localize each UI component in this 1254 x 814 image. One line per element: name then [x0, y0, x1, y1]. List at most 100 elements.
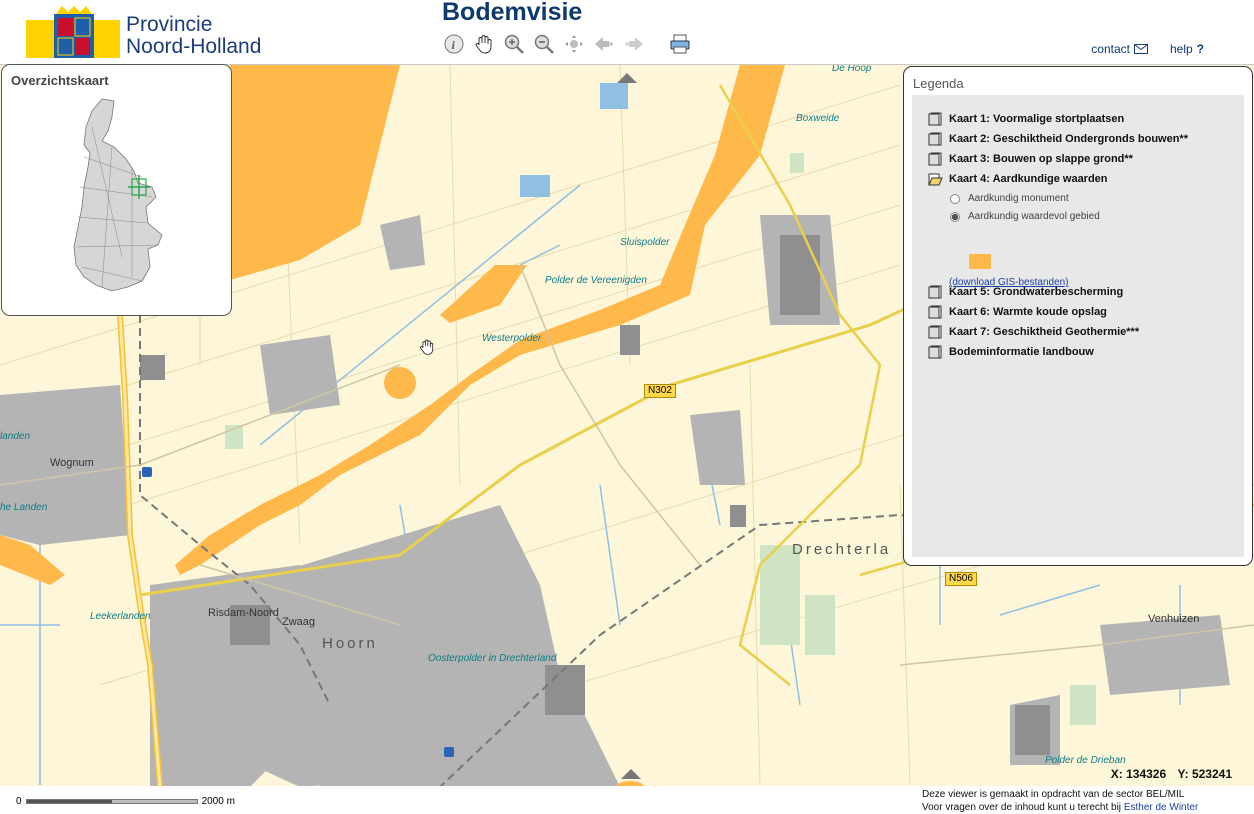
legend-item-kaart6[interactable]: Kaart 6: Warmte koude opslag — [928, 305, 1107, 319]
zoom-out-icon — [534, 34, 554, 54]
folder-closed-icon — [928, 285, 942, 299]
contact-link[interactable]: contact — [1091, 42, 1148, 56]
next-extent-button[interactable] — [622, 32, 646, 56]
legend-item-kaart1[interactable]: Kaart 1: Voormalige stortplaatsen — [928, 112, 1124, 126]
map-label: Sluispolder — [620, 237, 670, 248]
map-label: Westerpolder — [482, 333, 542, 344]
full-extent-button[interactable] — [562, 32, 586, 56]
map-label: Polder de Drieban — [1045, 755, 1126, 766]
logo-mark-icon: N — [26, 6, 120, 58]
top-links: contact help ? — [1091, 42, 1204, 56]
folder-closed-icon — [928, 325, 942, 339]
help-link[interactable]: help ? — [1170, 42, 1204, 56]
info-button[interactable]: i — [442, 32, 466, 56]
radio-button[interactable] — [950, 193, 960, 204]
coord-y: Y: 523241 — [1177, 767, 1233, 781]
map-label: landen — [0, 431, 31, 442]
map-label: Boxweide — [796, 113, 840, 124]
envelope-icon — [1133, 44, 1148, 54]
next-extent-icon — [625, 37, 643, 51]
previous-extent-button[interactable] — [592, 32, 616, 56]
map-toolbar: i — [442, 32, 692, 60]
scale-start-label: 0 — [16, 796, 22, 807]
legend-item-kaart3[interactable]: Kaart 3: Bouwen op slappe grond** — [928, 152, 1133, 166]
overview-map[interactable] — [62, 97, 172, 297]
previous-extent-icon — [595, 37, 613, 51]
map-label: he Landen — [0, 502, 48, 513]
folder-closed-icon — [928, 132, 942, 146]
org-name-line2: Noord-Holland — [126, 35, 262, 58]
overview-title: Overzichtskaart — [11, 73, 109, 88]
print-icon — [670, 34, 690, 54]
legend-subitem-label: Aardkundig waardevol gebied — [968, 211, 1100, 222]
print-button[interactable] — [668, 32, 692, 56]
province-logo[interactable]: N Provincie Noord-Holland — [26, 6, 286, 60]
legend-item-label: Kaart 3: Bouwen op slappe grond** — [949, 153, 1133, 165]
legend-swatch — [969, 254, 991, 269]
legend-subitem-waardevol-gebied[interactable]: Aardkundig waardevol gebied — [950, 211, 1100, 222]
town-label: Wognum — [50, 457, 94, 469]
legend-item-kaart7[interactable]: Kaart 7: Geschiktheid Geothermie*** — [928, 325, 1139, 339]
header: N Provincie Noord-Holland Bodemvisie i c… — [0, 0, 1254, 64]
contact-label: contact — [1091, 42, 1130, 56]
legend-item-kaart5[interactable]: Kaart 5: Grondwaterbescherming — [928, 285, 1123, 299]
org-name-line1: Provincie — [126, 13, 213, 36]
legend-item-label: Kaart 4: Aardkundige waarden — [949, 173, 1108, 185]
credit-line-2: Voor vragen over de inhoud kunt u terech… — [922, 801, 1198, 814]
folder-closed-icon — [928, 345, 942, 359]
org-name: Provincie Noord-Holland — [126, 14, 261, 58]
info-icon: i — [444, 34, 464, 54]
help-question-icon: ? — [1196, 42, 1204, 56]
legend-item-label: Bodeminformatie landbouw — [949, 346, 1094, 358]
folder-open-icon — [928, 173, 943, 186]
legend-item-label: Kaart 5: Grondwaterbescherming — [949, 286, 1124, 298]
contact-person-link[interactable]: Esther de Winter — [1124, 802, 1198, 813]
town-label: Zwaag — [282, 616, 316, 628]
legend-subitem-label: Aardkundig monument — [968, 193, 1069, 204]
pan-button[interactable] — [472, 32, 496, 56]
road-label-n506: N506 — [945, 572, 977, 586]
footer: 0 2000 m Deze viewer is gemaakt in opdra… — [0, 786, 1254, 814]
map-label: Polder de Vereenigden — [545, 275, 647, 286]
town-label: Venhuizen — [1148, 613, 1200, 625]
map-label: Leekerlanden — [90, 611, 151, 622]
folder-closed-icon — [928, 152, 942, 166]
legend-item-kaart4[interactable]: Kaart 4: Aardkundige waarden — [928, 172, 1108, 186]
legend-item-label: Kaart 1: Voormalige stortplaatsen — [949, 113, 1125, 125]
full-extent-icon — [565, 35, 583, 53]
legend-item-label: Kaart 2: Geschiktheid Ondergronds bouwen… — [949, 133, 1188, 145]
hand-cursor-icon — [420, 339, 434, 355]
city-label: Hoorn — [322, 635, 378, 652]
region-label: Drechterla — [792, 541, 892, 558]
legend-title: Legenda — [913, 76, 964, 91]
scale-bar: 0 2000 m — [16, 796, 235, 807]
folder-closed-icon — [928, 305, 942, 319]
map-label: Oosterpolder in Drechterland — [428, 653, 557, 664]
scale-bar-graphic — [25, 799, 198, 804]
radio-button-selected[interactable] — [950, 211, 960, 222]
legend-content: Kaart 1: Voormalige stortplaatsen Kaart … — [912, 95, 1244, 557]
credits: Deze viewer is gemaakt in opdracht van d… — [922, 788, 1198, 814]
legend-item-bodeminformatie[interactable]: Bodeminformatie landbouw — [928, 345, 1094, 359]
credit-line-1: Deze viewer is gemaakt in opdracht van d… — [922, 789, 1185, 800]
map-label: De Hoop — [832, 64, 872, 74]
legend-item-label: Kaart 6: Warmte koude opslag — [949, 306, 1107, 318]
scale-end-label: 2000 m — [201, 796, 235, 807]
legend-item-kaart2[interactable]: Kaart 2: Geschiktheid Ondergronds bouwen… — [928, 132, 1188, 146]
pan-hand-icon — [475, 35, 492, 54]
road-label-n302: N302 — [644, 384, 676, 398]
legend-panel: Legenda Kaart 1: Voormalige stortplaatse… — [903, 66, 1253, 566]
help-label: help — [1169, 42, 1193, 56]
credit-text: Voor vragen over de inhoud kunt u terech… — [922, 802, 1122, 813]
town-label: Risdam-Noord — [208, 607, 279, 619]
coordinate-readout: X: 134326 Y: 523241 — [1103, 767, 1232, 781]
legend-item-label: Kaart 7: Geschiktheid Geothermie*** — [949, 326, 1140, 338]
folder-closed-icon — [928, 112, 942, 126]
overview-map-panel[interactable]: Overzichtskaart — [1, 64, 232, 316]
app-title: Bodemvisie — [442, 0, 583, 26]
legend-subitem-monument[interactable]: Aardkundig monument — [950, 193, 1069, 204]
zoom-in-button[interactable] — [502, 32, 526, 56]
coord-x: X: 134326 — [1110, 767, 1167, 781]
zoom-in-icon — [504, 34, 524, 54]
zoom-out-button[interactable] — [532, 32, 556, 56]
